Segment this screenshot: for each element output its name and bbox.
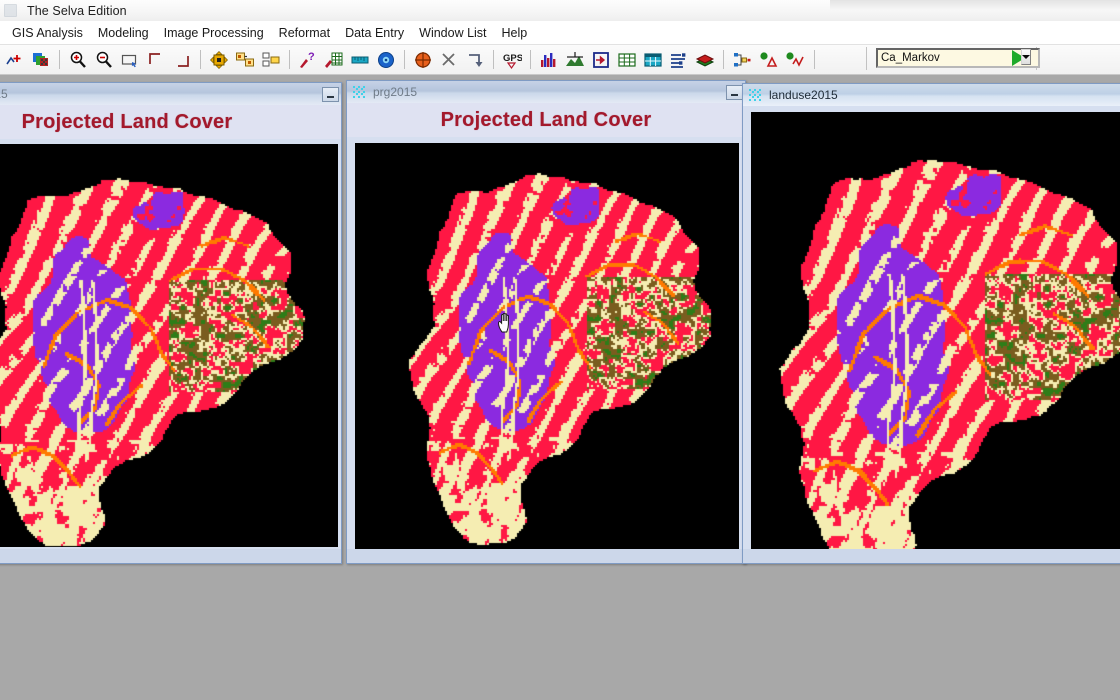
query-cursor-icon[interactable]: ? — [296, 48, 320, 72]
window-title-label: prg2015 — [373, 85, 418, 99]
composer-icon[interactable] — [29, 48, 53, 72]
map-heading-text: Projected Land Cover — [440, 108, 652, 131]
histogram-icon[interactable] — [537, 48, 561, 72]
cut-icon[interactable] — [437, 48, 461, 72]
layers-icon[interactable] — [693, 48, 717, 72]
window-title-bar[interactable]: landuse2015 — [743, 84, 1120, 106]
main-menu-bar: GIS Analysis Modeling Image Processing R… — [0, 21, 1120, 45]
window-title-label: landuse2015 — [769, 88, 838, 102]
map-display-area[interactable] — [355, 143, 739, 549]
toolbar-separator — [59, 50, 60, 69]
toolbar-separator — [866, 47, 867, 70]
chevron-down-icon[interactable] — [1021, 49, 1031, 65]
application-title: The Selva Edition — [27, 3, 127, 18]
menu-item-image-processing[interactable]: Image Processing — [157, 24, 271, 42]
query-table-icon[interactable] — [322, 48, 346, 72]
import-icon[interactable] — [589, 48, 613, 72]
window-controls — [322, 86, 339, 102]
legend-icon[interactable] — [667, 48, 691, 72]
mdi-client-area: landuse2015 Projected Land Cover prg2015 — [0, 75, 1120, 700]
target-icon[interactable] — [411, 48, 435, 72]
map-heading: Projected Land Cover — [347, 103, 745, 137]
placemark-icon[interactable] — [259, 48, 283, 72]
svg-text:?: ? — [308, 51, 315, 63]
window-footer — [347, 549, 745, 563]
grid-icon[interactable] — [615, 48, 639, 72]
menu-item-window-list[interactable]: Window List — [412, 24, 493, 42]
system-menu-icon[interactable] — [4, 4, 17, 17]
globe-icon[interactable] — [374, 48, 398, 72]
measure-icon[interactable] — [348, 48, 372, 72]
minimize-button[interactable] — [322, 86, 339, 102]
application-title-bar: The Selva Edition — [0, 0, 1120, 21]
edit-vector-icon[interactable] — [756, 48, 780, 72]
module-select[interactable] — [876, 48, 1040, 68]
menu-item-data-entry[interactable]: Data Entry — [338, 24, 411, 42]
toolbar-separator — [530, 50, 531, 69]
zoom-out-icon[interactable] — [92, 48, 116, 72]
toolbar-separator — [493, 50, 494, 69]
raster-layer-icon — [353, 85, 366, 99]
zoom-in-icon[interactable] — [66, 48, 90, 72]
minimize-button[interactable] — [726, 84, 743, 100]
land-cover-raster-canvas[interactable] — [751, 112, 1120, 552]
add-layer-icon[interactable] — [3, 48, 27, 72]
land-cover-raster-canvas[interactable] — [355, 143, 739, 549]
feature-properties-icon[interactable] — [233, 48, 257, 72]
raster-layer-icon — [749, 88, 762, 102]
window-title-bar[interactable]: landuse2015 — [0, 83, 341, 105]
zoom-window-icon[interactable] — [118, 48, 142, 72]
menu-item-gis-analysis[interactable]: GIS Analysis — [5, 24, 90, 42]
zoom-previous-icon[interactable] — [144, 48, 168, 72]
macro-modeler-icon[interactable] — [730, 48, 754, 72]
toolbar-separator — [814, 50, 815, 69]
document-window-landuse2015-right[interactable]: landuse2015 — [742, 83, 1120, 564]
idrisi-application-window: The Selva Edition GIS Analysis Modeling … — [0, 0, 1120, 700]
zoom-full-icon[interactable] — [170, 48, 194, 72]
toolbar-separator — [404, 50, 405, 69]
menu-item-help[interactable]: Help — [495, 24, 535, 42]
svg-text:GPS: GPS — [503, 53, 522, 64]
land-cover-raster-canvas[interactable] — [0, 144, 338, 547]
map-heading: Projected Land Cover — [0, 105, 341, 139]
window-title-bar[interactable]: prg2015 — [347, 81, 745, 103]
gps-icon[interactable]: GPS — [500, 48, 524, 72]
window-footer — [743, 549, 1120, 563]
menu-item-modeling[interactable]: Modeling — [91, 24, 156, 42]
map-display-area[interactable] — [751, 112, 1120, 552]
toolbar-separator — [200, 50, 201, 69]
pan-icon[interactable] — [207, 48, 231, 72]
toolbar-separator — [289, 50, 290, 69]
window-title-label: landuse2015 — [0, 87, 8, 101]
table-icon[interactable] — [641, 48, 665, 72]
toolbar-separator — [723, 50, 724, 69]
profile-icon[interactable] — [563, 48, 587, 72]
edit-line-icon[interactable] — [782, 48, 806, 72]
map-heading-text: Projected Land Cover — [21, 110, 233, 133]
menu-item-reformat[interactable]: Reformat — [272, 24, 337, 42]
window-footer — [0, 549, 341, 563]
document-window-prg2015[interactable]: prg2015 Projected Land Cover — [346, 80, 746, 564]
window-controls — [726, 84, 743, 100]
document-window-landuse2015-left[interactable]: landuse2015 Projected Land Cover — [0, 82, 342, 564]
map-display-area[interactable] — [0, 144, 338, 547]
arrow-down-icon[interactable] — [463, 48, 487, 72]
